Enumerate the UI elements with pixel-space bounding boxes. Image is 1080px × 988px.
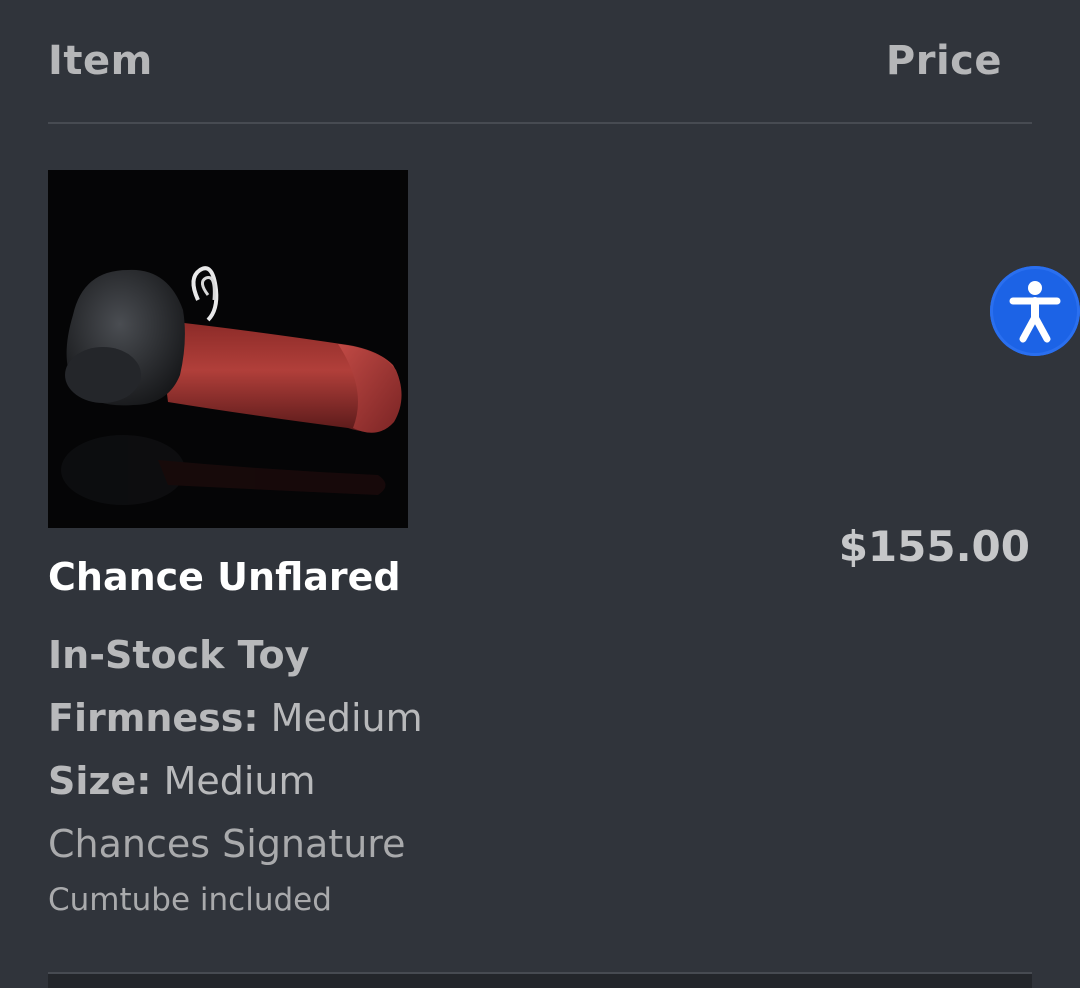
product-extra: Cumtube included — [48, 882, 332, 918]
header-divider — [48, 122, 1032, 124]
size-label: Size: — [48, 759, 152, 803]
product-price: $155.00 — [838, 522, 1030, 571]
price-column-header: Price — [885, 38, 1002, 84]
stock-type: In-Stock Toy — [48, 633, 310, 677]
accessibility-icon — [1009, 281, 1061, 343]
firmness-value: Medium — [270, 696, 423, 740]
cart-page: Item Price Chance Unflared $155.00 In-St… — [0, 0, 1080, 988]
product-image[interactable] — [48, 170, 408, 528]
product-option: Chances Signature — [48, 822, 406, 866]
firmness-row: Firmness: Medium — [48, 696, 423, 740]
size-value: Medium — [163, 759, 316, 803]
size-row: Size: Medium — [48, 759, 316, 803]
item-column-header: Item — [48, 38, 153, 84]
accessibility-button[interactable] — [990, 266, 1080, 356]
product-title[interactable]: Chance Unflared — [48, 555, 401, 599]
cart-table-header: Item Price — [48, 38, 1032, 100]
firmness-label: Firmness: — [48, 696, 259, 740]
item-divider — [48, 972, 1032, 988]
